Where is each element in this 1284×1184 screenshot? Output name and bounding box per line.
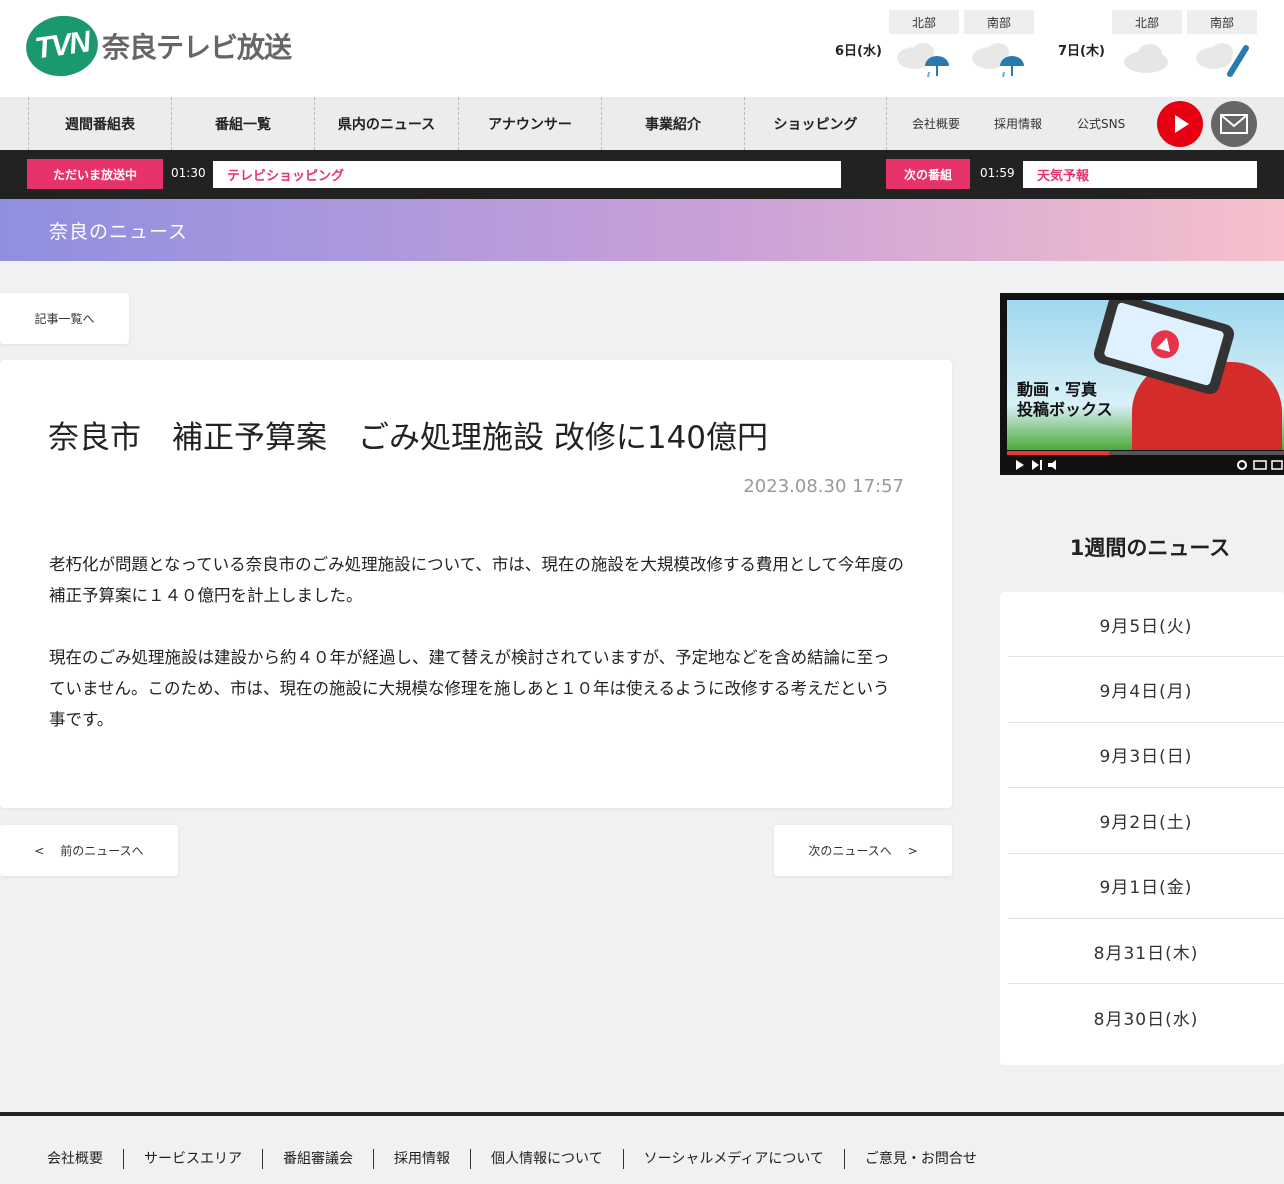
weekly-news-item[interactable]: 9月4日(月)	[1008, 657, 1284, 723]
nav-program-list[interactable]: 番組一覧	[171, 97, 314, 150]
nav-weekly-schedule[interactable]: 週間番組表	[28, 97, 171, 150]
main-nav: 週間番組表 番組一覧 県内のニュース アナウンサー 事業紹介 ショッピング 会社…	[0, 97, 1284, 150]
prev-news-button[interactable]: < 前のニュースへ	[0, 825, 178, 876]
footer-link-service-area[interactable]: サービスエリア	[123, 1149, 262, 1169]
cloud-rain-icon	[897, 43, 949, 78]
footer-link-program-council[interactable]: 番組審議会	[262, 1149, 373, 1169]
weather-day-label: 6日(水)	[835, 44, 882, 59]
weekly-news-item[interactable]: 9月5日(火)	[1008, 592, 1284, 658]
section-banner: 奈良のニュース	[0, 199, 1284, 261]
article-body: 老朽化が問題となっている奈良市のごみ処理施設について、市は、現在の施設を大規模改…	[49, 549, 905, 735]
weather-region-south: 南部	[964, 10, 1034, 34]
article-title: 奈良市 補正予算案 ごみ処理施設 改修に140億円	[48, 420, 769, 456]
footer-link-privacy[interactable]: 個人情報について	[470, 1149, 623, 1169]
nav-business[interactable]: 事業紹介	[601, 97, 744, 150]
site-footer: 会社概要 サービスエリア 番組審議会 採用情報 個人情報について ソーシャルメデ…	[0, 1112, 1284, 1184]
site-logo[interactable]: TVN 奈良テレビ放送	[22, 11, 292, 81]
nav-local-news[interactable]: 県内のニュース	[314, 97, 458, 150]
logo-text: 奈良テレビ放送	[102, 31, 292, 64]
weekly-news-item[interactable]: 9月2日(土)	[1008, 788, 1284, 854]
cloud-icon	[1124, 44, 1168, 73]
logo-mark: TVN	[22, 11, 102, 81]
onair-time: 01:30	[171, 166, 206, 180]
next-program[interactable]: 天気予報	[1023, 161, 1257, 188]
nav-shopping[interactable]: ショッピング	[744, 97, 887, 150]
article-card: 奈良市 補正予算案 ごみ処理施設 改修に140億円 2023.08.30 17:…	[0, 360, 952, 808]
weekly-news-list: 9月5日(火) 9月4日(月) 9月3日(日) 9月2日(土) 9月1日(金) …	[1000, 592, 1284, 1065]
weekly-news-item[interactable]: 9月1日(金)	[1008, 854, 1284, 919]
footer-links: 会社概要 サービスエリア 番組審議会 採用情報 個人情報について ソーシャルメデ…	[47, 1149, 997, 1169]
next-program-badge: 次の番組	[886, 159, 970, 189]
nav-recruit[interactable]: 採用情報	[994, 115, 1042, 132]
promo-progress-bar	[1007, 451, 1284, 455]
weekly-news-item[interactable]: 8月31日(木)	[1008, 919, 1284, 985]
next-program-time: 01:59	[980, 166, 1015, 180]
mail-icon[interactable]	[1211, 101, 1257, 147]
cloud-umbrella-icon	[1196, 43, 1249, 77]
article-date: 2023.08.30 17:57	[743, 476, 904, 497]
play-icon	[1147, 326, 1183, 362]
weekly-news-title: 1週間のニュース	[1069, 536, 1231, 560]
weather-day-label: 7日(木)	[1058, 44, 1105, 59]
promo-text: 動画・写真 投稿ボックス	[1017, 380, 1113, 419]
play-icon[interactable]	[1157, 101, 1203, 147]
promo-image: 動画・写真 投稿ボックス	[1007, 300, 1284, 450]
onair-program[interactable]: テレビショッピング	[213, 161, 841, 188]
player-controls-icon	[1016, 460, 1283, 470]
weather-region-south: 南部	[1187, 10, 1257, 34]
article-paragraph: 老朽化が問題となっている奈良市のごみ処理施設について、市は、現在の施設を大規模改…	[49, 555, 904, 605]
weather-region-north: 北部	[889, 10, 959, 34]
nav-company[interactable]: 会社概要	[912, 115, 960, 132]
onair-badge: ただいま放送中	[27, 159, 163, 189]
section-title: 奈良のニュース	[49, 221, 189, 243]
article-paragraph: 現在のごみ処理施設は建設から約４０年が経過し、建て替えが検討されていますが、予定…	[49, 648, 890, 729]
nav-sns[interactable]: 公式SNS	[1077, 115, 1125, 132]
weekly-news-item[interactable]: 8月30日(水)	[1008, 984, 1284, 1049]
footer-link-contact[interactable]: ご意見・お問合せ	[843, 1149, 997, 1169]
weekly-news-item[interactable]: 9月3日(日)	[1008, 723, 1284, 789]
footer-link-social-media[interactable]: ソーシャルメディアについて	[622, 1149, 844, 1169]
footer-link-recruit[interactable]: 採用情報	[373, 1149, 470, 1169]
next-news-button[interactable]: 次のニュースへ >	[774, 825, 952, 876]
site-header: TVN 奈良テレビ放送 6日(水) 北部 南部 7日(木) 北部 南部	[0, 0, 1284, 97]
footer-link-company[interactable]: 会社概要	[47, 1149, 123, 1169]
article-list-button[interactable]: 記事一覧へ	[0, 293, 129, 344]
cloud-rain-icon	[972, 43, 1024, 78]
video-photo-submission-banner[interactable]: 動画・写真 投稿ボックス	[1000, 293, 1284, 475]
nav-announcers[interactable]: アナウンサー	[458, 97, 601, 150]
weather-region-north: 北部	[1112, 10, 1182, 34]
